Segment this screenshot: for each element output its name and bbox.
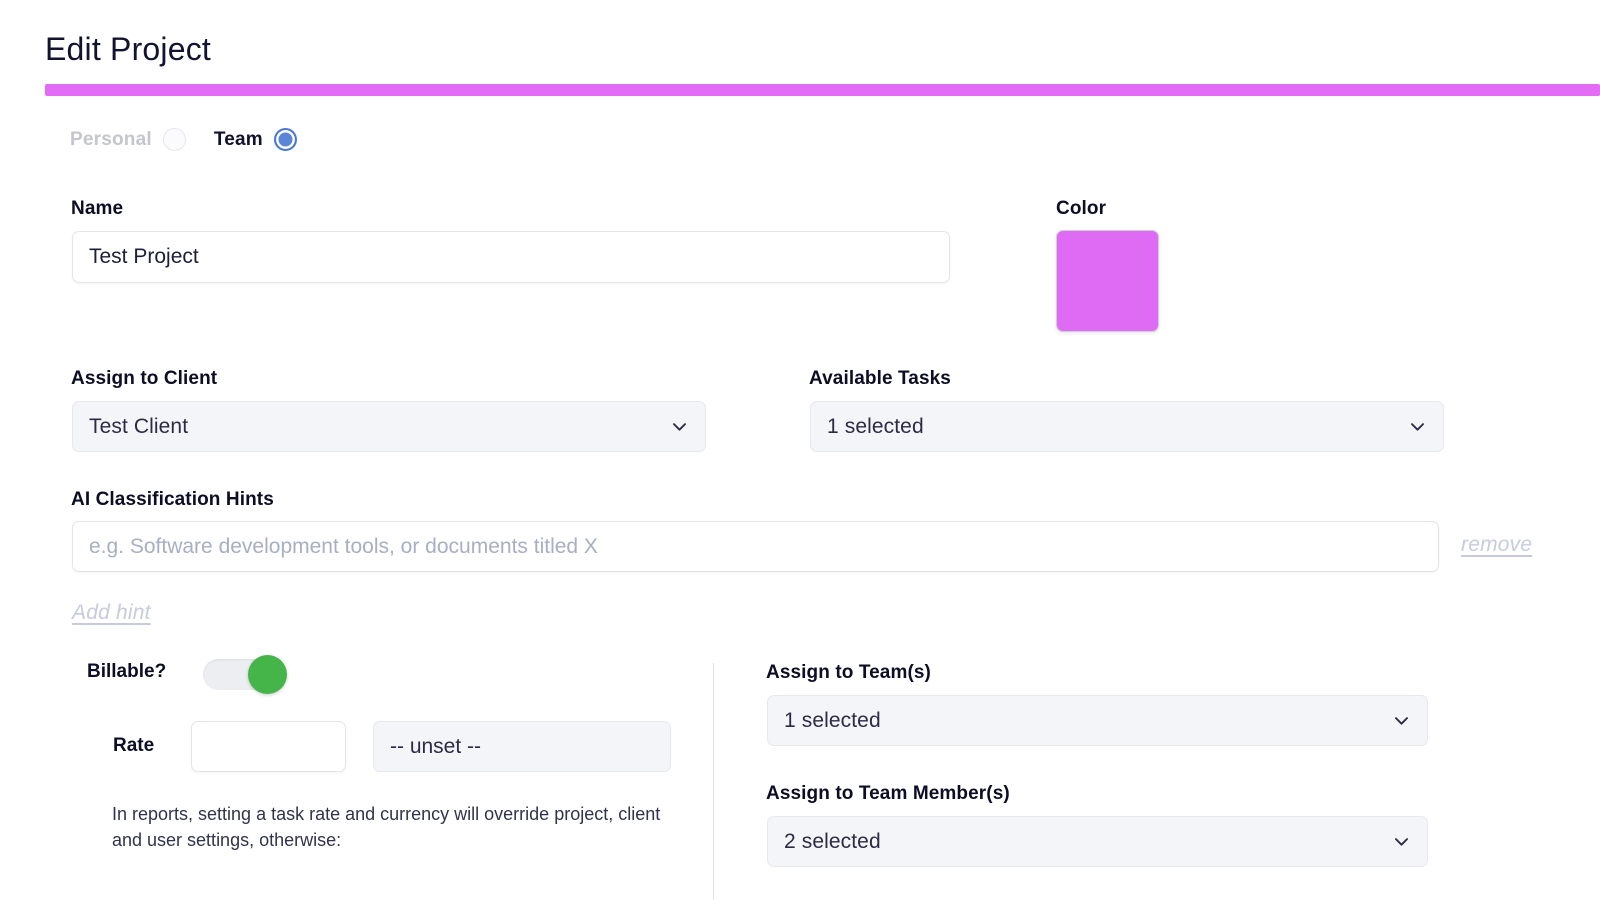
assign-to-teams-select[interactable]: 1 selected	[767, 695, 1428, 746]
remove-hint-link[interactable]: remove	[1461, 533, 1532, 557]
available-tasks-select[interactable]: 1 selected	[810, 401, 1444, 452]
assign-to-teams-label: Assign to Team(s)	[766, 662, 931, 683]
available-tasks-label: Available Tasks	[809, 368, 951, 389]
rate-input[interactable]	[191, 721, 346, 772]
column-divider	[713, 663, 714, 900]
radio-dot-personal[interactable]	[162, 128, 186, 151]
assign-to-client-select[interactable]: Test Client	[72, 401, 706, 452]
rate-help-text: In reports, setting a task rate and curr…	[112, 804, 661, 850]
accent-bar	[45, 84, 1600, 96]
assign-to-team-members-value: 2 selected	[784, 829, 881, 853]
assign-to-team-members-select[interactable]: 2 selected	[767, 816, 1428, 867]
available-tasks-value: 1 selected	[827, 414, 924, 438]
ai-hint-input[interactable]	[72, 521, 1439, 572]
add-hint-link[interactable]: Add hint	[72, 601, 151, 625]
assign-to-team-members-label: Assign to Team Member(s)	[766, 783, 1010, 804]
color-label: Color	[1056, 198, 1107, 219]
radio-option-team[interactable]: Team	[214, 128, 297, 151]
radio-label-personal: Personal	[70, 128, 152, 150]
assign-to-client-label: Assign to Client	[71, 368, 218, 389]
billable-label: Billable?	[87, 661, 167, 682]
chevron-down-icon	[1411, 423, 1424, 431]
radio-option-personal[interactable]: Personal	[70, 128, 186, 151]
currency-value: -- unset --	[390, 734, 482, 758]
chevron-down-icon	[673, 423, 686, 431]
page-title: Edit Project	[45, 31, 212, 67]
chevron-down-icon	[1395, 717, 1408, 725]
ai-hints-label: AI Classification Hints	[71, 489, 274, 510]
assign-to-teams-value: 1 selected	[784, 708, 881, 732]
rate-label: Rate	[113, 735, 155, 756]
chevron-down-icon	[1395, 838, 1408, 846]
name-input[interactable]	[72, 231, 950, 283]
name-label: Name	[71, 198, 124, 219]
radio-label-team: Team	[213, 128, 263, 150]
project-type-radio-group: Personal Team	[70, 128, 297, 151]
billable-toggle-knob	[248, 655, 287, 694]
currency-select[interactable]: -- unset --	[373, 721, 671, 772]
color-swatch[interactable]	[1056, 230, 1159, 332]
radio-dot-team[interactable]	[273, 128, 297, 151]
edit-project-page: Edit Project Personal Team Name Color As…	[0, 0, 1600, 900]
billable-toggle[interactable]	[203, 655, 287, 694]
assign-to-client-value: Test Client	[89, 414, 189, 438]
